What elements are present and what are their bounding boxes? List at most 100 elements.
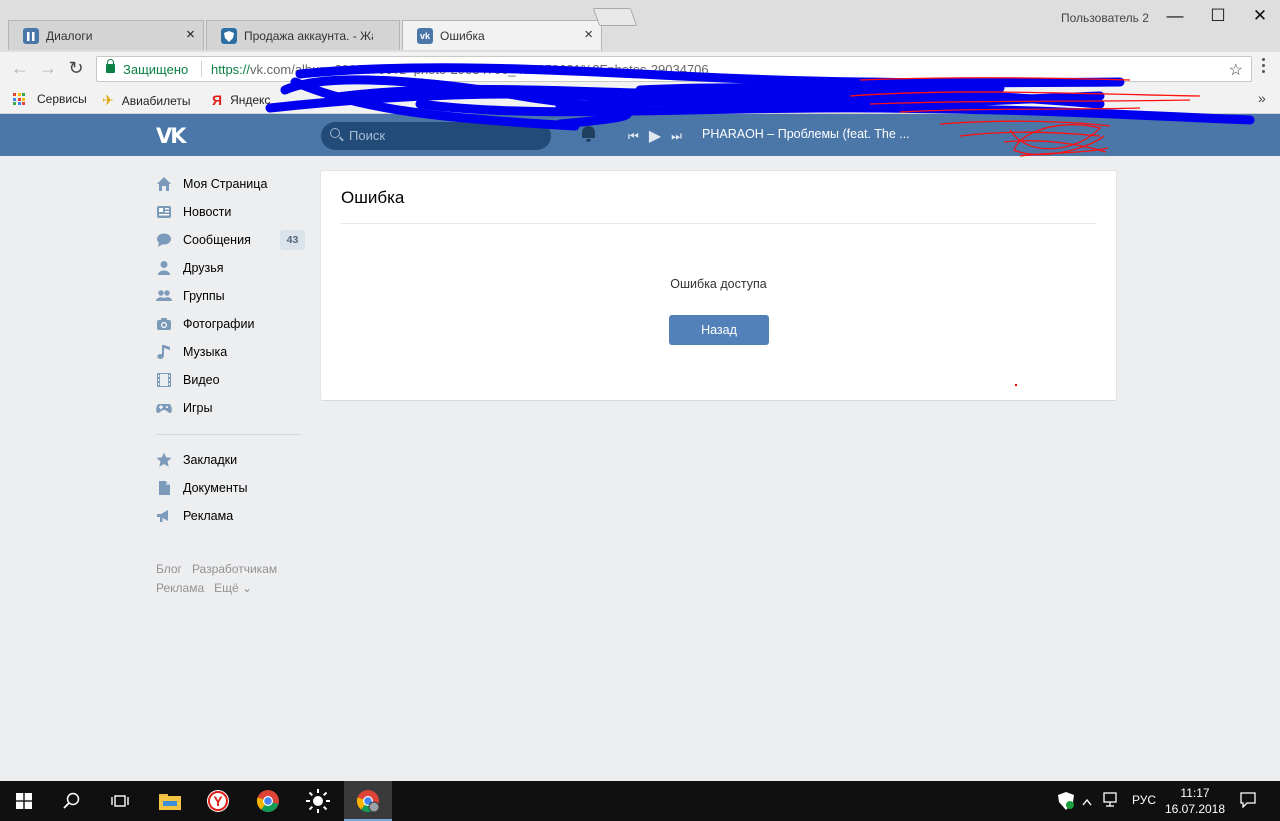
footer-link-ads[interactable]: Реклама [156,581,204,600]
tab-title: Продажа аккаунта. - Жа [244,29,373,43]
sidebar-item-messages[interactable]: Сообщения 43 [156,226,306,254]
chrome-icon[interactable] [244,781,292,821]
chevron-up-icon[interactable] [1082,795,1092,809]
back-button[interactable]: Назад [669,315,769,345]
search-icon [330,128,340,138]
url-text[interactable]: https://vk.com/album-29034706?z=photo-29… [211,62,709,77]
tab-dialogs[interactable]: Диалоги × [8,20,204,50]
sidebar-item-label: Видео [183,373,220,387]
action-center-icon[interactable] [1240,792,1256,811]
bookmark-star-icon[interactable]: ☆ [1229,60,1243,80]
url-path: vk.com/album-29034706?z=photo-29034706_4… [250,62,709,77]
new-tab-button[interactable] [592,8,638,26]
task-view-icon[interactable] [96,781,144,821]
sidebar-item-label: Фотографии [183,317,255,331]
sidebar-item-label: Игры [183,401,213,415]
tab-error[interactable]: vk Ошибка × [402,20,602,50]
back-arrow-icon[interactable]: ← [10,58,30,78]
input-language[interactable]: РУС [1132,793,1156,807]
footer-link-blog[interactable]: Блог [156,562,182,581]
search-input[interactable]: Поиск [321,122,551,150]
title-divider [341,223,1096,224]
file-explorer-icon[interactable] [146,781,194,821]
sidebar-item-photos[interactable]: Фотографии [156,310,306,338]
sidebar-item-games[interactable]: Игры [156,394,306,422]
audio-player: ⏮ ▶ ⏭ [628,126,692,146]
gamepad-icon [156,400,172,416]
sidebar-divider [156,434,301,435]
windows-start-icon[interactable] [0,781,48,821]
close-tab-icon[interactable]: × [186,26,195,43]
sidebar-item-my-page[interactable]: Моя Страница [156,170,306,198]
close-tab-icon[interactable]: × [584,27,593,43]
play-icon[interactable]: ▶ [649,126,661,146]
clock-date: 16.07.2018 [1164,802,1226,816]
forward-arrow-icon[interactable]: → [38,58,58,78]
music-icon [156,344,172,360]
previous-track-icon[interactable]: ⏮ [628,129,639,144]
sidebar-item-label: Реклама [183,509,234,523]
sidebar-item-label: Документы [183,481,248,495]
sidebar-item-label: Новости [183,205,232,219]
page-title: Ошибка [341,188,405,207]
sidebar-item-friends[interactable]: Друзья [156,254,306,282]
vk-messenger-favicon-icon [23,28,39,44]
sidebar-item-label: Закладки [183,453,238,467]
more-bookmarks-icon[interactable]: » [1258,90,1266,106]
vk-favicon-icon: vk [417,28,433,44]
divider [201,61,202,77]
messages-count-badge: 43 [280,230,305,250]
profile-name[interactable]: Пользователь 2 [1061,11,1149,25]
close-window-icon[interactable]: ✕ [1250,6,1270,26]
sidebar-item-label: Группы [183,289,225,303]
star-icon [156,452,172,468]
stray-mark [1015,384,1017,386]
defender-shield-icon[interactable] [1058,792,1074,813]
bell-icon[interactable] [581,126,596,142]
yandex-icon: Я [212,92,223,108]
footer-link-developers[interactable]: Разработчикам [192,562,277,581]
news-icon [156,204,172,220]
messages-icon [156,232,172,248]
left-sidebar: Моя Страница Новости Сообщения 43 Друзья… [156,170,306,530]
address-bar[interactable]: Защищено https://vk.com/album-29034706?z… [96,56,1252,82]
megaphone-icon [156,508,172,524]
sidebar-item-documents[interactable]: Документы [156,474,306,502]
reload-icon[interactable]: ↻ [66,58,86,78]
sidebar-item-groups[interactable]: Группы [156,282,306,310]
maximize-icon[interactable]: ☐ [1208,6,1228,26]
apps-icon [13,93,25,105]
brightness-app-icon[interactable] [294,781,342,821]
yandex-browser-icon[interactable]: Y [194,781,242,821]
document-icon [156,480,172,496]
bookmark-yandex[interactable]: Я Яндекс [212,92,270,108]
chrome-user-icon[interactable] [344,781,392,821]
track-title[interactable]: PHARAOH – Проблемы (feat. The ... [702,127,910,141]
sidebar-item-music[interactable]: Музыка [156,338,306,366]
taskbar-clock[interactable]: 11:17 16.07.2018 [1164,785,1226,817]
bookmarks-bar: Сервисы ✈ Авиабилеты Я Яндекс » [0,86,1280,114]
next-track-icon[interactable]: ⏭ [671,129,682,144]
sidebar-item-label: Моя Страница [183,177,268,191]
lock-icon [106,59,115,73]
chrome-menu-icon[interactable] [1262,58,1266,78]
minimize-icon[interactable]: — [1165,6,1185,26]
svg-text:Y: Y [213,793,223,809]
vk-logo[interactable]: VK [156,124,186,148]
bookmark-services[interactable]: Сервисы [13,92,87,106]
tab-sale[interactable]: Продажа аккаунта. - Жа [206,20,400,50]
network-icon[interactable] [1103,792,1121,811]
tab-title: Диалоги [46,29,93,43]
search-icon[interactable] [48,781,96,821]
vk-header: VK Поиск ⏮ ▶ ⏭ PHARAOH – Проблемы (feat.… [0,114,1280,156]
search-placeholder: Поиск [349,128,386,143]
sidebar-item-bookmarks[interactable]: Закладки [156,446,306,474]
bookmark-avia[interactable]: ✈ Авиабилеты [102,92,190,109]
groups-icon [156,288,172,304]
sidebar-item-news[interactable]: Новости [156,198,306,226]
sidebar-item-ads[interactable]: Реклама [156,502,306,530]
sidebar-item-label: Музыка [183,345,228,359]
footer-link-more[interactable]: Ещё ⌄ [214,581,252,600]
error-card: Ошибка Ошибка доступа Назад [321,171,1116,400]
sidebar-item-video[interactable]: Видео [156,366,306,394]
